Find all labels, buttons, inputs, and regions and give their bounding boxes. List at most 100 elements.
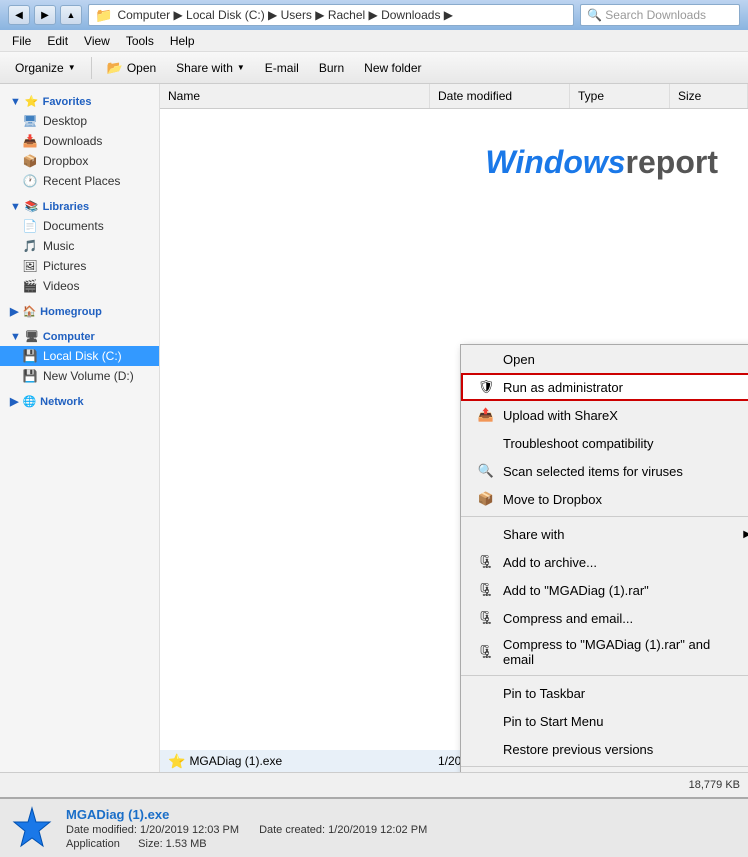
ctx-share-with[interactable]: Share with ▶: [461, 520, 748, 548]
menu-file[interactable]: File: [4, 32, 39, 50]
bottom-file-type-row: Application Size: 1.53 MB: [66, 838, 738, 850]
dropbox-icon: 📦: [22, 153, 38, 169]
ctx-upload-sharex[interactable]: 📤 Upload with ShareX: [461, 401, 748, 429]
bottom-file-details: MGADiag (1).exe Date modified: 1/20/2019…: [66, 807, 738, 850]
sidebar-computer: ▼ 🖥 Computer 💾 Local Disk (C:) 💾 New Vol…: [0, 327, 159, 386]
sidebar-homegroup-header[interactable]: ▶ 🏠 Homegroup: [0, 302, 159, 321]
bottom-file-name: MGADiag (1).exe: [66, 807, 738, 822]
sidebar-libraries-header[interactable]: ▼ 📚 Libraries: [0, 197, 159, 216]
sidebar-computer-header[interactable]: ▼ 🖥 Computer: [0, 327, 159, 346]
recent-places-icon: 🕐: [22, 173, 38, 189]
favorites-collapse-icon: ▼: [10, 96, 21, 108]
menu-bar: File Edit View Tools Help: [0, 30, 748, 52]
ctx-pin-start[interactable]: Pin to Start Menu: [461, 707, 748, 735]
logo-area: Windowsreport: [485, 144, 718, 181]
logo-windows-text: Windows: [485, 144, 625, 180]
organize-button[interactable]: Organize ▼: [6, 55, 85, 81]
sidebar-item-new-volume-d[interactable]: 💾 New Volume (D:): [0, 366, 159, 386]
ctx-compress-email[interactable]: 🗜 Compress and email...: [461, 604, 748, 632]
bottom-info-bar: MGADiag (1).exe Date modified: 1/20/2019…: [0, 797, 748, 857]
ctx-sep-3: [461, 766, 748, 767]
ctx-pin-start-icon: [477, 712, 495, 730]
content-area: Name Date modified Type Size Windowsrepo…: [160, 84, 748, 772]
new-folder-button[interactable]: New folder: [355, 55, 430, 81]
address-path: Computer ▶ Local Disk (C:) ▶ Users ▶ Rac…: [117, 8, 453, 22]
local-disk-c-icon: 💾: [22, 348, 38, 364]
ctx-run-as-admin[interactable]: 🛡 Run as administrator: [461, 373, 748, 401]
sidebar-item-music[interactable]: 🎵 Music: [0, 236, 159, 256]
ctx-sep-1: [461, 516, 748, 517]
ctx-move-dropbox[interactable]: 📦 Move to Dropbox: [461, 485, 748, 513]
ctx-compress-mgadiag-email[interactable]: 🗜 Compress to "MGADiag (1).rar" and emai…: [461, 632, 748, 672]
desktop-icon: 🖥: [22, 113, 38, 129]
logo-report-text: report: [626, 144, 718, 180]
ctx-add-archive[interactable]: 🗜 Add to archive...: [461, 548, 748, 576]
ctx-pin-taskbar-icon: [477, 684, 495, 702]
ctx-restore-versions[interactable]: Restore previous versions: [461, 735, 748, 763]
address-bar[interactable]: 📁 Computer ▶ Local Disk (C:) ▶ Users ▶ R…: [88, 4, 574, 26]
sidebar-item-documents[interactable]: 📄 Documents: [0, 216, 159, 236]
search-box[interactable]: 🔍 Search Downloads: [580, 4, 740, 26]
file-icon: ⭐: [168, 753, 185, 770]
ctx-open[interactable]: Open: [461, 345, 748, 373]
ctx-dropbox-icon: 📦: [477, 490, 495, 508]
ctx-restore-icon: [477, 740, 495, 758]
ctx-scan-viruses[interactable]: 🔍 Scan selected items for viruses: [461, 457, 748, 485]
sidebar-item-downloads[interactable]: 📥 Downloads: [0, 131, 159, 151]
toolbar: Organize ▼ 📂 Open Share with ▼ E-mail Bu…: [0, 52, 748, 84]
ctx-send-to[interactable]: Send to ▶: [461, 770, 748, 772]
sidebar-item-recent-places[interactable]: 🕐 Recent Places: [0, 171, 159, 191]
sidebar-homegroup: ▶ 🏠 Homegroup: [0, 302, 159, 321]
sidebar-item-local-disk-c[interactable]: 💾 Local Disk (C:): [0, 346, 159, 366]
ctx-troubleshoot[interactable]: Troubleshoot compatibility: [461, 429, 748, 457]
sidebar-network-header[interactable]: ▶ 🌐 Network: [0, 392, 159, 411]
menu-edit[interactable]: Edit: [39, 32, 76, 50]
bottom-date-created: Date created: 1/20/2019 12:02 PM: [259, 824, 427, 836]
sidebar-favorites: ▼ ⭐ Favorites 🖥 Desktop 📥 Downloads 📦 Dr…: [0, 92, 159, 191]
ctx-sharex-icon: 📤: [477, 406, 495, 424]
share-dropdown-arrow: ▼: [237, 63, 245, 72]
ctx-sep-2: [461, 675, 748, 676]
file-name-cell: ⭐ MGADiag (1).exe: [160, 753, 430, 770]
menu-view[interactable]: View: [76, 32, 118, 50]
computer-collapse-icon: ▼: [10, 331, 21, 343]
organize-dropdown-arrow: ▼: [68, 63, 76, 72]
menu-tools[interactable]: Tools: [118, 32, 162, 50]
ctx-add-mgadiag-rar[interactable]: 🗜 Add to "MGADiag (1).rar": [461, 576, 748, 604]
column-headers: Name Date modified Type Size: [160, 84, 748, 109]
sidebar-item-desktop[interactable]: 🖥 Desktop: [0, 111, 159, 131]
documents-icon: 📄: [22, 218, 38, 234]
up-button[interactable]: ▲: [60, 5, 82, 25]
videos-icon: 🎬: [22, 278, 38, 294]
sidebar-favorites-header[interactable]: ▼ ⭐ Favorites: [0, 92, 159, 111]
sidebar-network: ▶ 🌐 Network: [0, 392, 159, 411]
sidebar-libraries: ▼ 📚 Libraries 📄 Documents 🎵 Music 🖼 Pict…: [0, 197, 159, 296]
burn-button[interactable]: Burn: [310, 55, 353, 81]
homegroup-expand-icon: ▶: [10, 305, 18, 318]
libraries-collapse-icon: ▼: [10, 201, 21, 213]
sidebar-item-videos[interactable]: 🎬 Videos: [0, 276, 159, 296]
pictures-icon: 🖼: [22, 258, 38, 274]
share-with-button[interactable]: Share with ▼: [167, 55, 254, 81]
open-button[interactable]: 📂 Open: [98, 55, 166, 81]
col-header-date[interactable]: Date modified: [430, 84, 570, 108]
col-header-name[interactable]: Name: [160, 84, 430, 108]
bottom-file-meta: Date modified: 1/20/2019 12:03 PM Date c…: [66, 824, 738, 836]
col-header-size[interactable]: Size: [670, 84, 748, 108]
back-button[interactable]: ◀: [8, 5, 30, 25]
menu-help[interactable]: Help: [162, 32, 203, 50]
network-expand-icon: ▶: [10, 395, 18, 408]
ctx-shield-icon: 🛡: [477, 378, 495, 396]
title-bar: ◀ ▶ ▲ 📁 Computer ▶ Local Disk (C:) ▶ Use…: [0, 0, 748, 30]
context-menu: Open 🛡 Run as administrator 📤 Upload wit…: [460, 344, 748, 772]
email-button[interactable]: E-mail: [256, 55, 308, 81]
col-header-type[interactable]: Type: [570, 84, 670, 108]
status-size: 18,779 KB: [689, 779, 740, 791]
sidebar-item-dropbox[interactable]: 📦 Dropbox: [0, 151, 159, 171]
bottom-file-icon: [10, 806, 54, 850]
sidebar-item-pictures[interactable]: 🖼 Pictures: [0, 256, 159, 276]
forward-button[interactable]: ▶: [34, 5, 56, 25]
bottom-file-type: Application: [66, 838, 120, 850]
ctx-pin-taskbar[interactable]: Pin to Taskbar: [461, 679, 748, 707]
status-bar: 18,779 KB: [0, 772, 748, 797]
